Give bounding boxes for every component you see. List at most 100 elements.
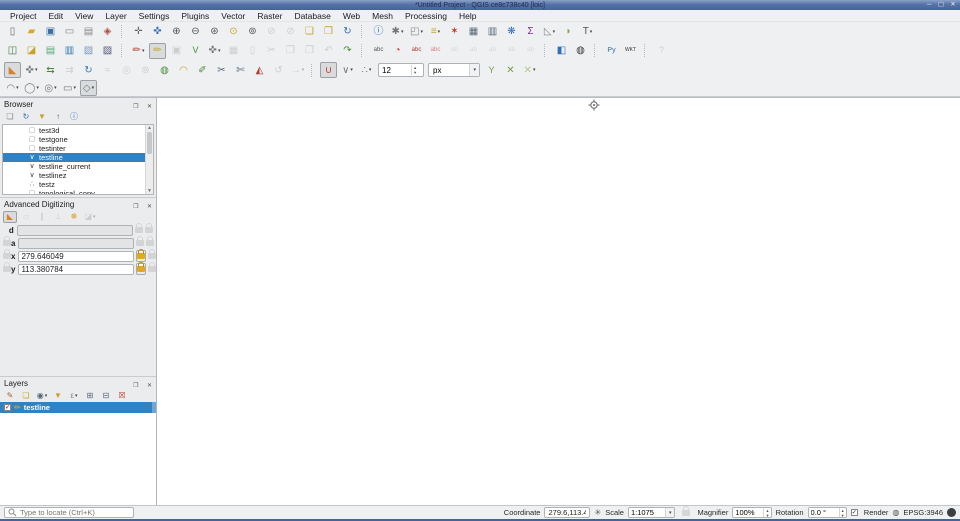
- scale-input[interactable]: [629, 508, 665, 517]
- identify-features-icon[interactable]: ⓘ: [370, 24, 387, 40]
- move-feature-icon[interactable]: ⇆: [42, 62, 59, 78]
- spin-down-icon[interactable]: ▾: [842, 513, 844, 518]
- rectangle-icon[interactable]: ▭▾: [61, 80, 78, 96]
- map-canvas[interactable]: [157, 98, 960, 505]
- rotation-spin-arrows[interactable]: ▴ ▾: [839, 508, 846, 518]
- open-project-icon[interactable]: ▰: [23, 24, 40, 40]
- menu-mesh[interactable]: Mesh: [366, 11, 399, 21]
- menu-help[interactable]: Help: [453, 11, 482, 21]
- circular-string-icon[interactable]: ◠▾: [4, 80, 21, 96]
- scroll-up-icon[interactable]: ▲: [147, 125, 152, 131]
- regular-polygon-icon[interactable]: ◇▾: [80, 80, 97, 96]
- maximize-button[interactable]: ▢: [937, 0, 945, 10]
- snap-to-common-angles-icon[interactable]: ❋: [67, 211, 81, 223]
- cad-x-lock-button[interactable]: [136, 250, 146, 262]
- minimize-button[interactable]: ─: [925, 0, 933, 10]
- new-shapefile-layer-icon[interactable]: ◪: [23, 43, 40, 59]
- zoom-in-icon[interactable]: ⊕: [168, 24, 185, 40]
- dropdown-caret-icon[interactable]: ▾: [302, 67, 305, 73]
- new-memory-layer-icon[interactable]: ▨: [99, 43, 116, 59]
- coordinate-input[interactable]: [544, 507, 590, 518]
- merge-features-icon[interactable]: ◭: [251, 62, 268, 78]
- dropdown-caret-icon[interactable]: ▾: [553, 29, 556, 35]
- spinbox-arrows[interactable]: ▴ ▾: [411, 65, 418, 75]
- close-button[interactable]: ✕: [949, 0, 957, 10]
- split-parts-icon[interactable]: ✄: [232, 62, 249, 78]
- zoom-full-icon[interactable]: ⊛: [206, 24, 223, 40]
- select-by-expression-icon[interactable]: ≡▾: [427, 24, 444, 40]
- dropdown-caret-icon[interactable]: ▾: [533, 67, 536, 73]
- render-toggle[interactable]: ✓ Render: [851, 508, 889, 517]
- browser-item-testgone[interactable]: ▢testgone: [3, 135, 145, 144]
- dropdown-caret-icon[interactable]: ▾: [401, 29, 404, 35]
- browser-properties-icon[interactable]: ⓘ: [67, 111, 81, 123]
- magnifier-input[interactable]: [733, 508, 763, 517]
- browser-filter-icon[interactable]: ▼: [35, 111, 49, 123]
- browser-item-test3d[interactable]: ▢test3d: [3, 126, 145, 135]
- title-bar[interactable]: *Untitled Project - QGIS ce8c738c40 [loi…: [0, 0, 960, 10]
- open-layer-styling-icon[interactable]: ✎: [3, 390, 17, 402]
- rotation-spinbox[interactable]: ▴ ▾: [808, 507, 847, 518]
- dropdown-caret-icon[interactable]: ▾: [142, 48, 145, 54]
- reshape-features-icon[interactable]: ✐: [194, 62, 211, 78]
- messages-log-icon[interactable]: [947, 508, 956, 517]
- menu-plugins[interactable]: Plugins: [175, 11, 215, 21]
- new-virtual-layer-icon[interactable]: ▥: [61, 43, 78, 59]
- measure-icon[interactable]: ◺▾: [541, 24, 558, 40]
- layer-visibility-checkbox[interactable]: ✓: [4, 404, 11, 411]
- cad-y-lock-button[interactable]: [136, 263, 146, 275]
- menu-database[interactable]: Database: [288, 11, 336, 21]
- scroll-down-icon[interactable]: ▼: [147, 188, 152, 194]
- dropdown-caret-icon[interactable]: ▾: [218, 48, 221, 54]
- layer-labeling-options-icon[interactable]: abc: [370, 43, 387, 59]
- remove-layer-icon[interactable]: ☒: [115, 390, 129, 402]
- style-manager-icon[interactable]: ◈: [99, 24, 116, 40]
- browser-item-topological_copy[interactable]: ▢topological_copy: [3, 189, 145, 195]
- snapping-tolerance-input[interactable]: [379, 66, 411, 75]
- new-geopackage-layer-icon[interactable]: ◫: [4, 43, 21, 59]
- dropdown-caret-icon[interactable]: ▾: [45, 393, 48, 399]
- vertex-tool-icon[interactable]: ✜▾: [206, 43, 223, 59]
- expand-all-icon[interactable]: ⊞: [83, 390, 97, 402]
- cad-x-repeating-lock-button[interactable]: [148, 250, 156, 262]
- toggle-extents-icon[interactable]: ✳: [594, 507, 601, 518]
- browser-item-testz[interactable]: ∴testz: [3, 180, 145, 189]
- dropdown-caret-icon[interactable]: ▾: [73, 85, 76, 91]
- db-manager-icon[interactable]: ◧: [553, 43, 570, 59]
- browser-item-testline[interactable]: ∨testline: [3, 153, 145, 162]
- browser-refresh-icon[interactable]: ↻: [19, 111, 33, 123]
- circle-icon[interactable]: ◯▾: [23, 80, 40, 96]
- locate-input[interactable]: [20, 508, 130, 517]
- spin-down-icon[interactable]: ▾: [766, 513, 768, 518]
- run-feature-action-icon[interactable]: ✱▾: [389, 24, 406, 40]
- manage-map-themes-icon[interactable]: ◉▾: [35, 390, 49, 402]
- collapse-all-icon[interactable]: ⊟: [99, 390, 113, 402]
- new-spatialite-layer-icon[interactable]: ▧: [80, 43, 97, 59]
- crs-status-button[interactable]: EPSG:3946: [903, 508, 943, 517]
- browser-item-testline_current[interactable]: ∨testline_current: [3, 162, 145, 171]
- ellipse-icon[interactable]: ◎▾: [42, 80, 59, 96]
- dropdown-caret-icon[interactable]: ▾: [590, 29, 593, 35]
- combo-dropdown-icon[interactable]: ▾: [469, 64, 479, 76]
- dropdown-caret-icon[interactable]: ▾: [92, 85, 95, 91]
- cad-x-input[interactable]: [18, 251, 134, 262]
- zoom-to-selection-icon[interactable]: ⊙: [225, 24, 242, 40]
- scale-lock-button[interactable]: [679, 507, 693, 519]
- snapping-on-intersection-icon[interactable]: ✕: [502, 62, 519, 78]
- dropdown-caret-icon[interactable]: ▾: [350, 67, 353, 73]
- dropdown-caret-icon[interactable]: ▾: [54, 85, 57, 91]
- refresh-map-icon[interactable]: ↻: [339, 24, 356, 40]
- offset-curve-icon[interactable]: ◠: [175, 62, 192, 78]
- pan-map-icon[interactable]: ✛: [130, 24, 147, 40]
- new-temporary-scratch-layer-icon[interactable]: ▤: [42, 43, 59, 59]
- wkt-plugin-icon[interactable]: WKT: [622, 43, 639, 59]
- zoom-out-icon[interactable]: ⊖: [187, 24, 204, 40]
- save-project-icon[interactable]: ▣: [42, 24, 59, 40]
- metasearch-icon[interactable]: ◍: [572, 43, 589, 59]
- vertex-tool-active-layer-icon[interactable]: ✜▾: [23, 62, 40, 78]
- browser-add-layers-icon[interactable]: ❏: [3, 111, 17, 123]
- enable-advanced-digitizing-icon[interactable]: ◣: [3, 211, 17, 223]
- current-edits-icon[interactable]: ✏▾: [130, 43, 147, 59]
- dropdown-caret-icon[interactable]: ▾: [75, 393, 78, 399]
- spin-down-icon[interactable]: ▾: [414, 70, 416, 75]
